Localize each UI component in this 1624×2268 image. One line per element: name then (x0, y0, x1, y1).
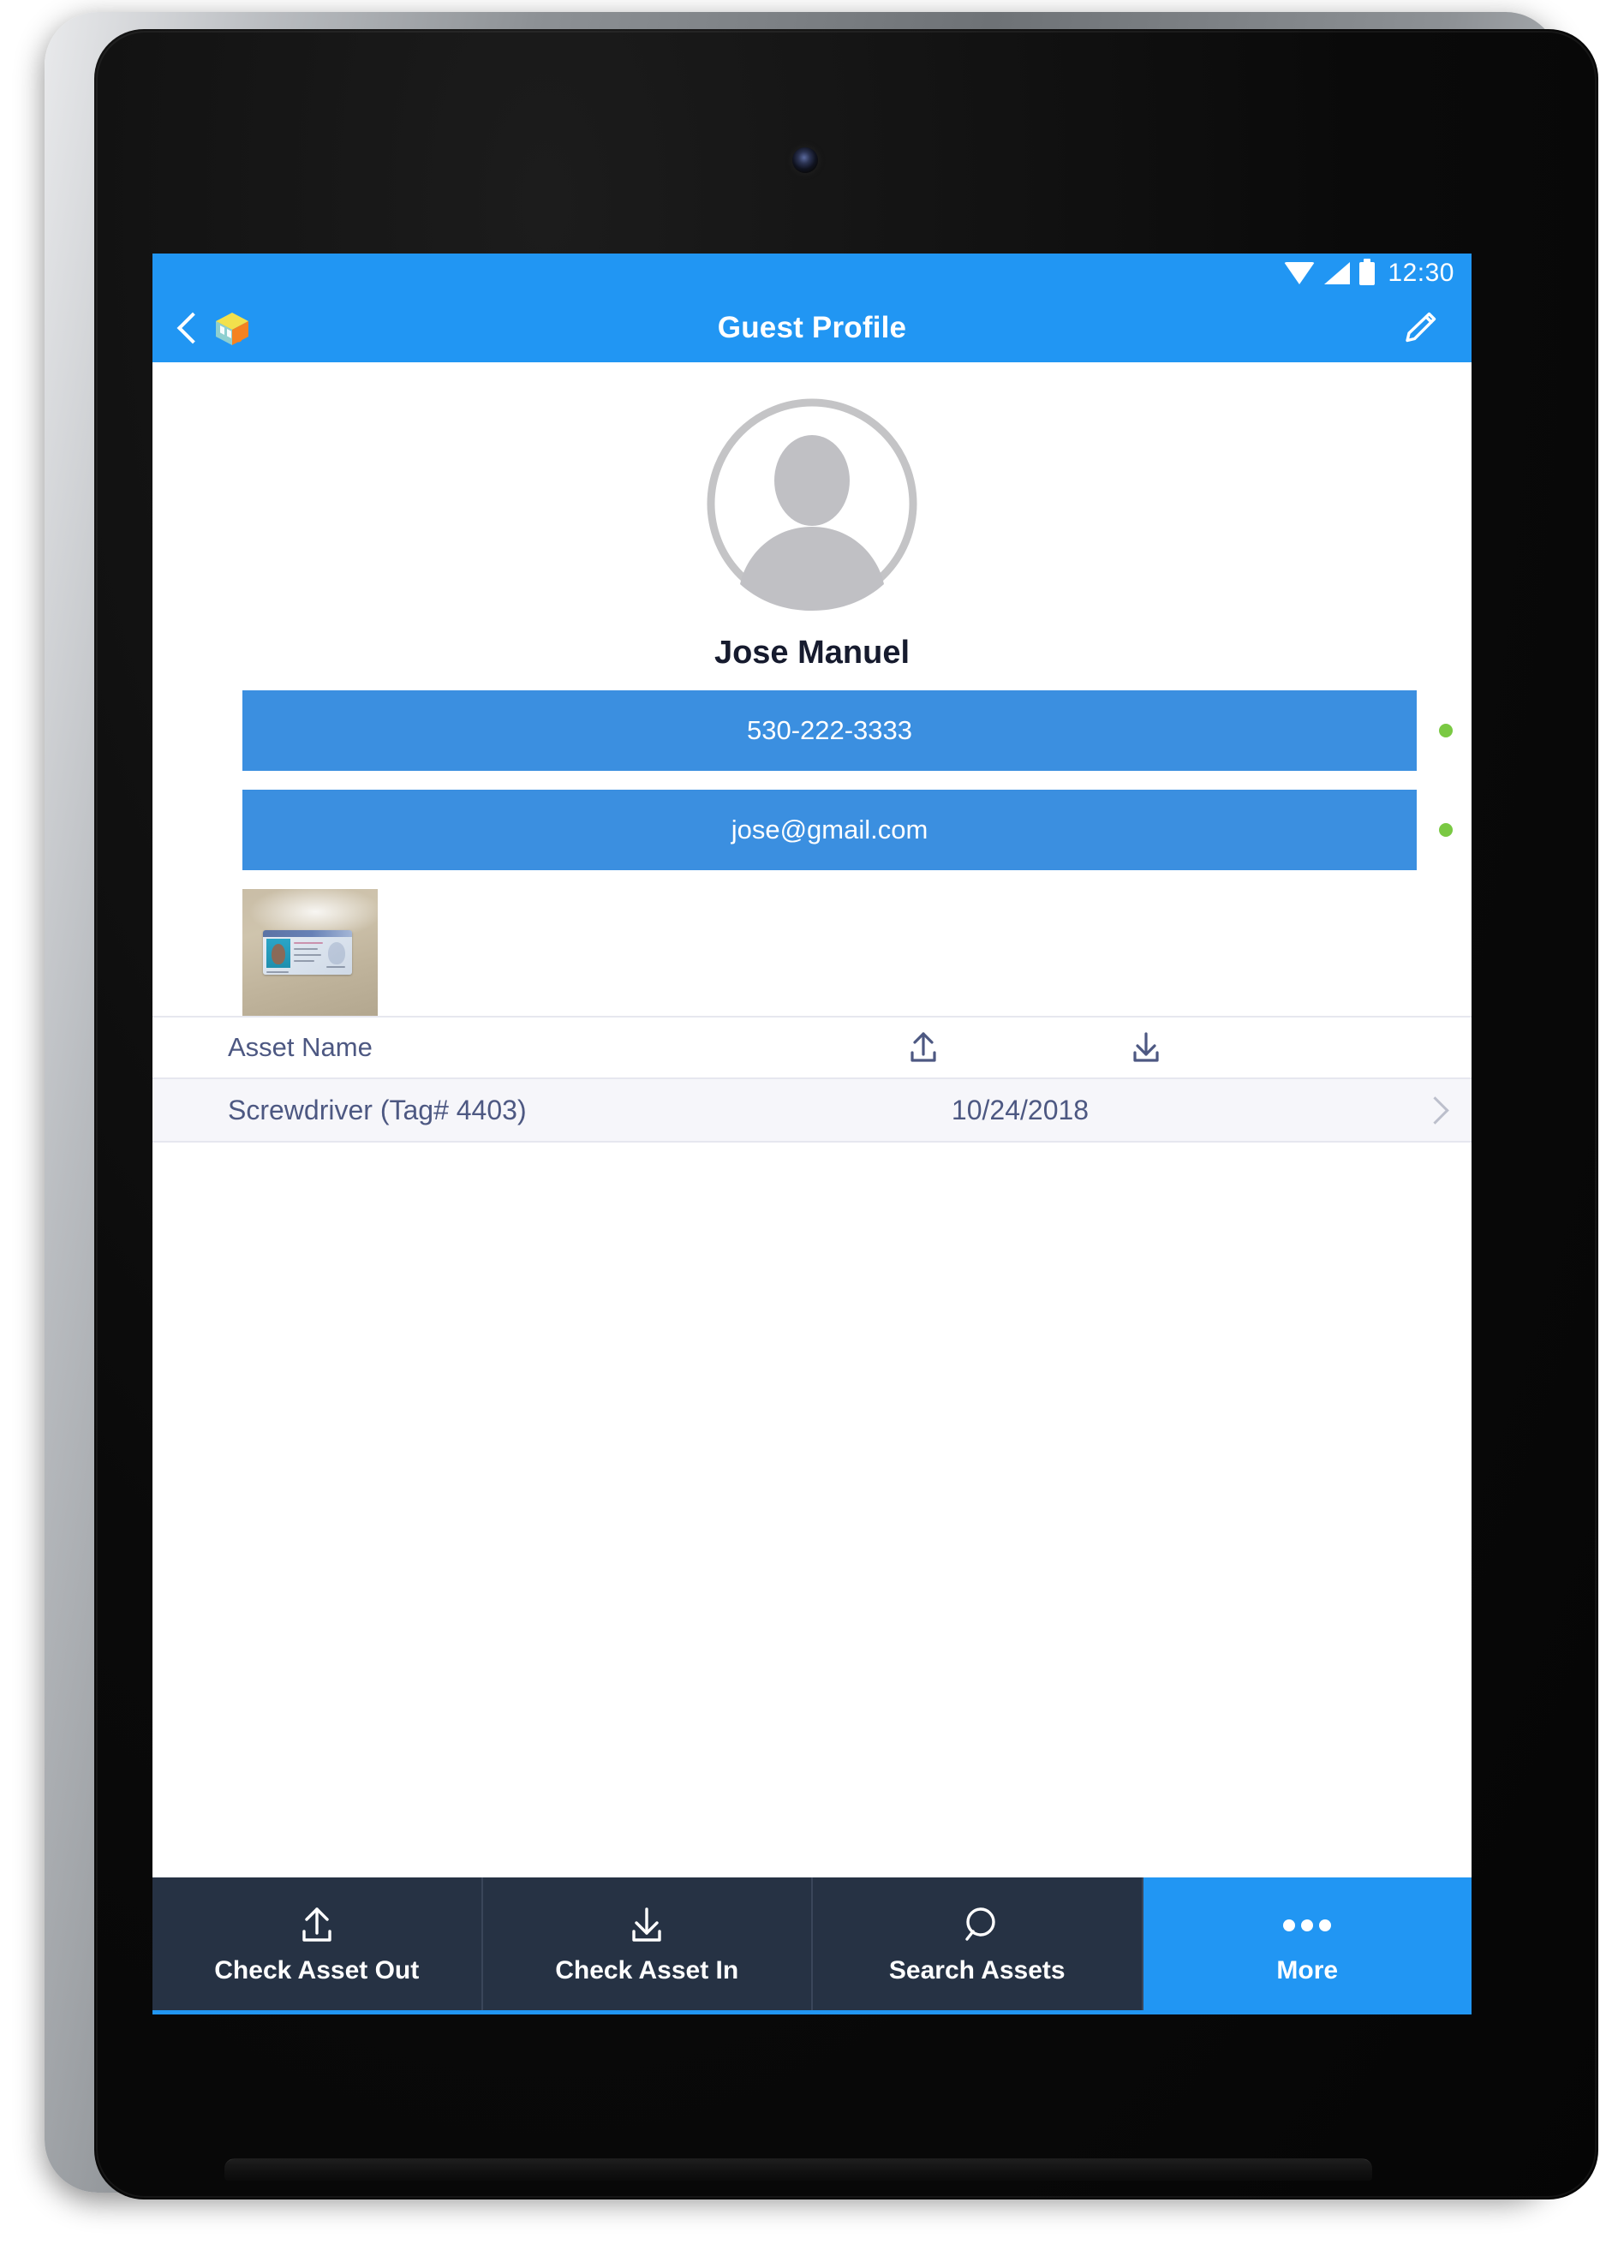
email-status-dot (1439, 823, 1453, 837)
column-header-asset-name: Asset Name (228, 1032, 373, 1062)
chevron-right-icon[interactable] (1412, 1078, 1472, 1142)
cellular-signal-icon (1324, 262, 1351, 284)
tab-label: Check Asset Out (214, 1955, 420, 1984)
phone-status-dot (1439, 724, 1453, 737)
contact-row-email: jose@gmail.com (152, 790, 1472, 870)
more-dots-icon (1283, 1903, 1332, 1948)
asset-table-header: Asset Name (152, 1016, 1472, 1079)
screenshot-stage: 12:30 Guest Profile Jose Manuel 530-222-… (0, 0, 1624, 2268)
upload-icon (295, 1903, 339, 1948)
license-text-line (294, 954, 321, 956)
license-text-line (294, 948, 318, 950)
license-portrait (266, 939, 290, 968)
tab-label: Search Assets (888, 1955, 1066, 1984)
profile-name: Jose Manuel (713, 635, 911, 671)
license-card (263, 930, 352, 975)
asset-list-empty-area (152, 1143, 1472, 1877)
status-bar-clock: 12:30 (1388, 259, 1454, 287)
avatar-container (152, 397, 1472, 611)
search-icon (955, 1903, 1000, 1948)
bottom-tab-bar: Check Asset Out Check Asset In Search As… (152, 1877, 1472, 2014)
app-header: Guest Profile (152, 293, 1472, 362)
tab-check-asset-out[interactable]: Check Asset Out (152, 1877, 483, 2010)
profile-section: Jose Manuel 530-222-3333 jose@gmail.com (152, 362, 1472, 1016)
front-camera-icon (792, 147, 818, 173)
license-text-line (326, 966, 345, 968)
id-photo-thumbnail[interactable] (242, 889, 378, 1016)
check-in-download-icon[interactable] (1099, 1029, 1193, 1066)
license-ghost-portrait (328, 942, 345, 964)
tab-label: More (1276, 1955, 1339, 1984)
table-row[interactable]: Screwdriver (Tag# 4403) 10/24/2018 (152, 1079, 1472, 1143)
license-text-line (294, 960, 314, 962)
wifi-icon (1284, 262, 1316, 284)
check-out-upload-icon[interactable] (876, 1029, 970, 1066)
asset-date-cell: 10/24/2018 (951, 1094, 1090, 1125)
license-text-line (266, 971, 289, 973)
contact-row-phone: 530-222-3333 (152, 690, 1472, 771)
tablet-bottom-lip (224, 2158, 1372, 2181)
page-title: Guest Profile (717, 310, 907, 344)
tab-more[interactable]: More (1143, 1877, 1472, 2010)
tab-check-asset-in[interactable]: Check Asset In (482, 1877, 813, 2010)
email-button[interactable]: jose@gmail.com (242, 790, 1417, 870)
battery-icon (1359, 258, 1376, 285)
asset-name-cell: Screwdriver (Tag# 4403) (228, 1094, 527, 1125)
avatar (705, 397, 919, 611)
tab-search-assets[interactable]: Search Assets (813, 1877, 1143, 2010)
license-header-strip (263, 930, 352, 937)
tab-label: Check Asset In (555, 1955, 739, 1984)
tablet-screen: 12:30 Guest Profile Jose Manuel 530-222-… (152, 254, 1472, 2014)
drivers-license-photo (242, 889, 378, 1016)
pencil-edit-icon[interactable] (1398, 306, 1442, 350)
license-text-line (294, 942, 323, 944)
phone-button[interactable]: 530-222-3333 (242, 690, 1417, 771)
download-icon (624, 1903, 669, 1948)
status-bar: 12:30 (152, 254, 1472, 293)
